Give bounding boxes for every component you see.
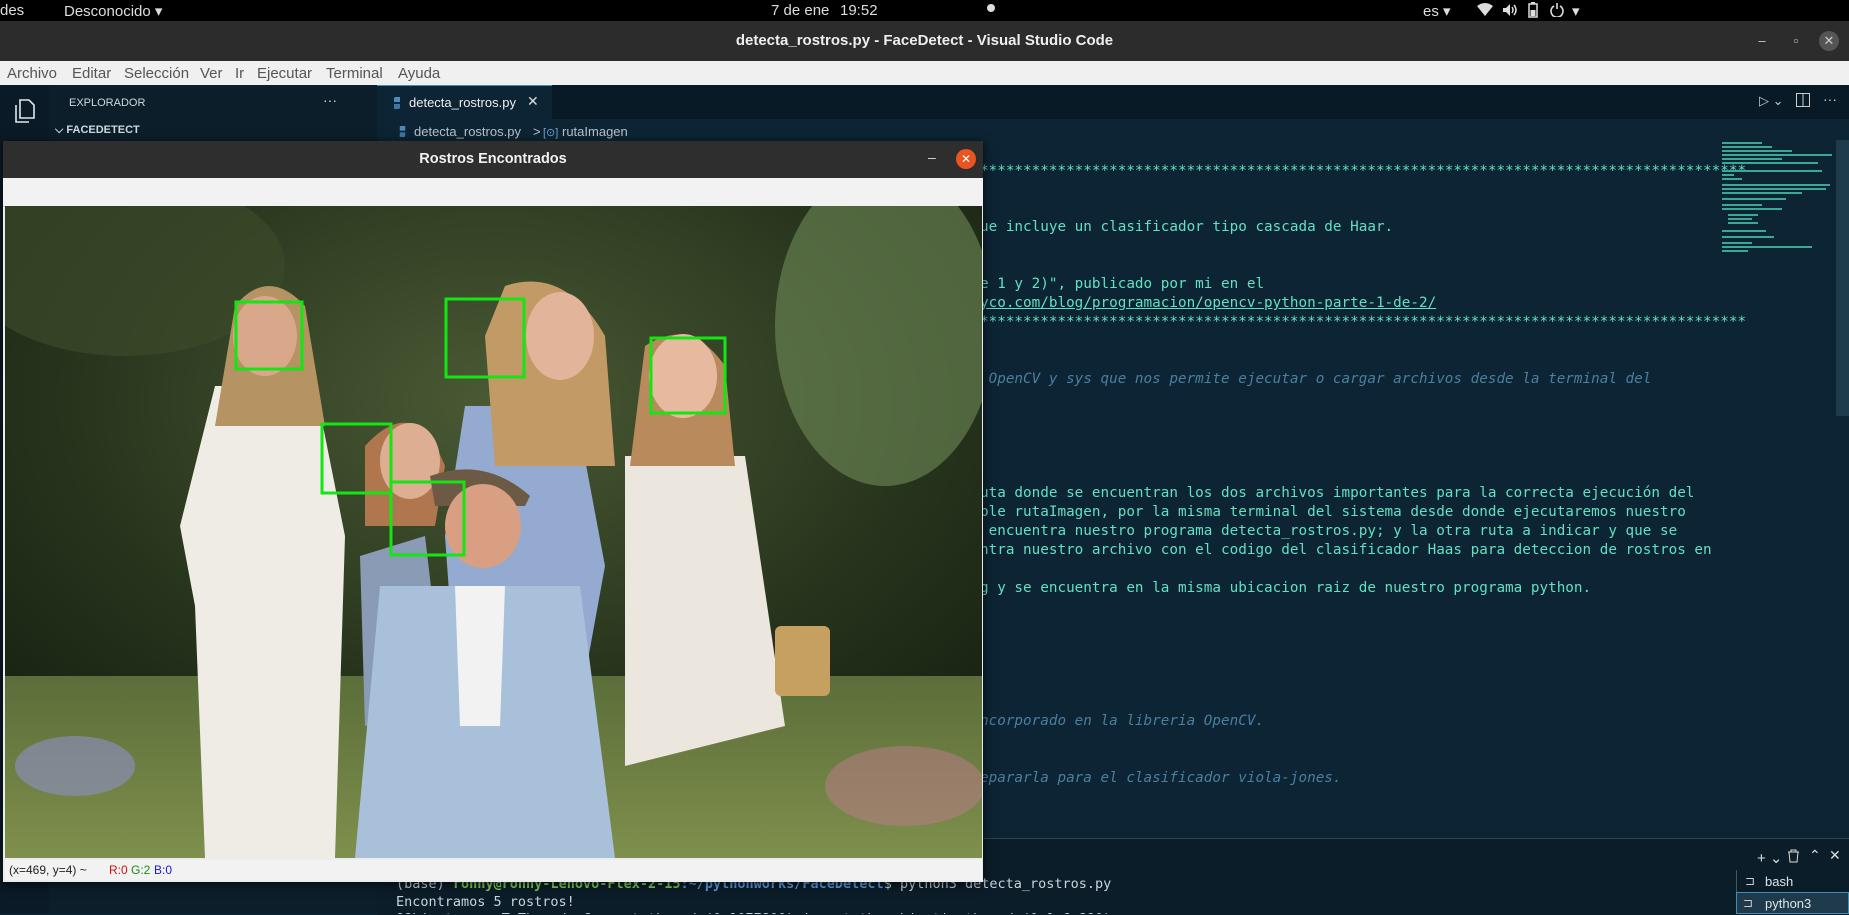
terminal-icon: ⊐ (1743, 896, 1754, 910)
wifi-icon[interactable] (1477, 3, 1493, 21)
code-line: ble rutaImagen, por la misma terminal de… (980, 504, 1686, 520)
more-editor-actions-icon[interactable]: ··· (1823, 91, 1837, 107)
terminal-tab-label: python3 (1765, 896, 1812, 911)
red-value: R:0 (109, 863, 128, 877)
editor-scrollbar[interactable] (1836, 140, 1849, 416)
network-label: Desconocido (64, 3, 151, 20)
python-file-icon (397, 125, 408, 140)
tab-detecta-rostros[interactable]: detecta_rostros.py ✕ (377, 85, 552, 120)
code-line: ntra nuestro archivo con el codigo del c… (980, 542, 1712, 558)
menu-bar: Archivo Editar Selección Ver Ir Ejecutar… (0, 61, 1849, 86)
variable-icon: [⊙] (543, 127, 559, 139)
menu-ayuda[interactable]: Ayuda (398, 65, 440, 82)
code-line: encuentra nuestro programa detecta_rostr… (980, 523, 1678, 539)
menu-editar[interactable]: Editar (72, 65, 111, 82)
code-line: ue incluye un clasificador tipo cascada … (980, 219, 1394, 235)
editor-tabs: detecta_rostros.py ✕ ▷ ⌄ ··· (377, 85, 1849, 120)
explorer-icon[interactable] (14, 99, 36, 128)
maximize-button[interactable]: ▫ (1786, 31, 1806, 51)
tab-close-icon[interactable]: ✕ (527, 93, 539, 110)
language-menu[interactable]: es ▾ (1423, 2, 1451, 20)
blue-value: B:0 (154, 863, 173, 877)
detected-faces-image[interactable] (5, 206, 982, 858)
popup-minimize-button[interactable]: – (928, 149, 936, 165)
close-button[interactable]: ✕ (1819, 31, 1839, 51)
popup-title: Rostros Encontrados (419, 151, 567, 167)
volume-icon[interactable] (1502, 3, 1518, 21)
code-line: uta donde se encuentran los dos archivos… (980, 485, 1695, 501)
activities-label[interactable]: des (0, 2, 24, 19)
menu-seleccion[interactable]: Selección (124, 65, 189, 82)
project-name: FACEDETECT (66, 124, 140, 136)
chevron-down-icon: ⌵ (55, 124, 67, 136)
project-folder[interactable]: ⌵ FACEDETECT (55, 124, 140, 137)
python-file-icon (391, 96, 403, 114)
terminal-icon: ⊐ (1745, 874, 1756, 888)
popup-titlebar[interactable]: Rostros Encontrados (3, 141, 983, 178)
window-title: detecta_rostros.py - FaceDetect - Visual… (735, 32, 1114, 49)
clock-time[interactable]: 19:52 (840, 2, 878, 19)
more-actions-button[interactable]: ··· (323, 92, 337, 108)
close-panel-icon[interactable]: ✕ (1829, 847, 1841, 864)
popup-toolbar (3, 178, 983, 207)
power-menu-chevron-icon[interactable]: ▾ (1572, 2, 1580, 20)
menu-archivo[interactable]: Archivo (7, 65, 57, 82)
menu-terminal[interactable]: Terminal (326, 65, 383, 82)
family-photo (5, 206, 982, 858)
code-line: g y se encuentra en la misma ubicacion r… (980, 580, 1592, 596)
tab-label: detecta_rostros.py (409, 95, 516, 110)
system-topbar: des Desconocido ▾ 7 de ene 19:52 es ▾ ▾ (0, 0, 1849, 21)
terminal-tab-python3[interactable]: ⊐ python3 (1736, 892, 1849, 914)
terminal-list: ⊐ bash ⊐ python3 (1736, 870, 1849, 914)
kill-terminal-icon[interactable] (1787, 849, 1800, 868)
code-comment-line: ncorporado en la libreria OpenCV. (980, 713, 1265, 729)
language-label: es (1423, 3, 1439, 20)
split-editor-icon[interactable] (1796, 93, 1810, 112)
code-comment-line: epararla para el clasificador viola-jone… (980, 770, 1342, 786)
power-icon[interactable] (1550, 3, 1564, 21)
new-terminal-button[interactable]: + ⌄ (1757, 849, 1783, 867)
clock-date[interactable]: 7 de ene (771, 2, 829, 19)
terminal-output: Encontramos 5 rostros! (396, 894, 575, 910)
breadcrumb-file[interactable]: detecta_rostros.py (414, 124, 521, 139)
minimap[interactable] (1720, 140, 1834, 260)
breadcrumb-separator: > (533, 124, 541, 139)
run-icon[interactable]: ▷ ⌄ (1759, 93, 1784, 109)
code-line: ****************************************… (980, 314, 1747, 330)
battery-icon[interactable] (1528, 2, 1538, 22)
menu-ir[interactable]: Ir (235, 65, 244, 82)
pixel-status-bar: (x=469, y=4) ~ R:0 G:2 B:0 (5, 860, 982, 880)
popup-close-button[interactable]: ✕ (956, 149, 976, 169)
code-comment-line: OpenCV y sys que nos permite ejecutar o … (980, 371, 1652, 387)
explorer-header: EXPLORADOR (69, 97, 146, 109)
maximize-panel-icon[interactable]: ⌃ (1809, 847, 1821, 864)
breadcrumb-symbol[interactable]: rutaImagen (562, 124, 628, 139)
terminal-tab-bash[interactable]: ⊐ bash (1736, 870, 1849, 892)
terminal-tab-label: bash (1765, 874, 1794, 889)
face-detection-window[interactable]: Rostros Encontrados – ✕ (x=469, y=4) ~ R… (3, 141, 983, 882)
network-menu[interactable]: Desconocido ▾ (64, 2, 162, 20)
code-line: ****************************************… (980, 163, 1747, 179)
code-line: e 1 y 2)", publicado por mi en el (980, 276, 1265, 292)
cursor-position: (x=469, y=4) ~ (9, 863, 87, 877)
notification-dot-icon (987, 4, 995, 12)
window-titlebar[interactable]: detecta_rostros.py - FaceDetect - Visual… (0, 21, 1849, 61)
minimize-button[interactable]: – (1752, 31, 1772, 51)
menu-ver[interactable]: Ver (200, 65, 223, 82)
green-value: G:2 (131, 863, 151, 877)
code-line-link[interactable]: yco.com/blog/programacion/opencv-python-… (980, 295, 1436, 311)
menu-ejecutar[interactable]: Ejecutar (257, 65, 312, 82)
